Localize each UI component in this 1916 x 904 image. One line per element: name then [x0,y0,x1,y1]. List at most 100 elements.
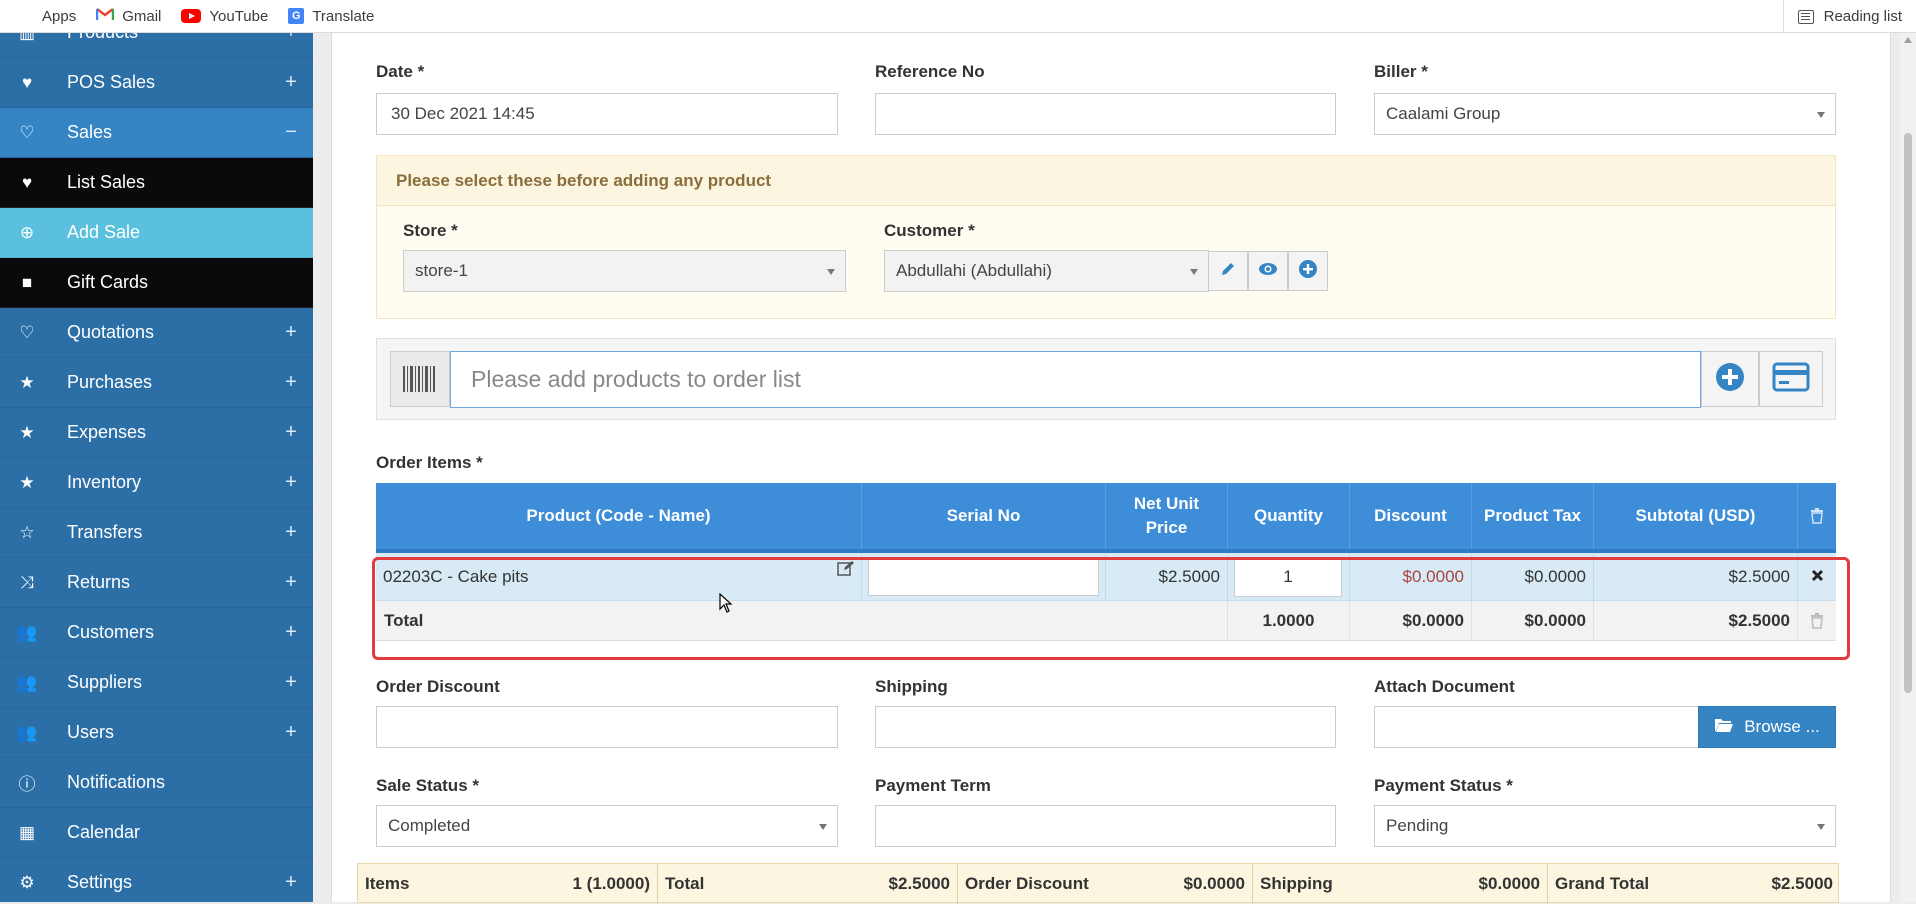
reading-list-button[interactable]: Reading list [1782,0,1902,33]
expand-icon: + [281,33,301,44]
sidebar-item-label: Add Sale [67,222,141,242]
chevron-down-icon [1190,269,1198,275]
expand-icon: + [285,671,297,693]
sidebar-item-pos-sales[interactable]: ♥ POS Sales + [0,58,313,108]
page-scrollbar[interactable] [1900,33,1916,902]
sidebar-item-label: Customers [67,622,155,642]
sidebar-item-customers[interactable]: 👥 Customers + [0,608,313,658]
totals-order-discount-label: Order Discount [965,874,1089,893]
totals-total-value: $2.5000 [888,874,950,893]
sidebar-item-label: List Sales [67,172,146,192]
bookmark-apps[interactable]: Apps [18,0,76,32]
column-header: Discount [1350,483,1472,549]
customer-value: Abdullahi (Abdullahi) [896,261,1052,280]
payment-status-select[interactable]: Pending [1374,805,1836,847]
attach-document-input[interactable] [1374,706,1699,748]
sidebar-item-quotations[interactable]: ♡ Quotations + [0,308,313,358]
scroll-up-icon[interactable] [1904,37,1912,43]
bookmark-translate[interactable]: G Translate [288,0,374,32]
sidebar-item-label: Products [67,33,281,43]
browse-button[interactable]: Browse ... [1698,706,1836,748]
sidebar-item-inventory[interactable]: ★ Inventory + [0,458,313,508]
reference-input[interactable] [875,93,1336,135]
sidebar-item-add-sale[interactable]: ⊕ Add Sale [0,208,313,258]
sidebar-item-settings[interactable]: ⚙ Settings + [0,858,313,902]
sidebar-item-expenses[interactable]: ★ Expenses + [0,408,313,458]
reading-list-icon [1797,9,1814,24]
sidebar-item-users[interactable]: 👥 Users + [0,708,313,758]
sidebar-item-products[interactable]: ▥ Products + [0,33,313,58]
warning-message: Please select these before adding any pr… [377,156,1835,206]
plus-circle-icon [1298,259,1318,284]
heart-icon: ♥ [21,72,33,92]
table-header: Product (Code - Name) Serial No Net Unit… [376,483,1836,549]
heart-icon: ♥ [21,172,33,192]
column-header: Product Tax [1472,483,1594,549]
sidebar: ▥ Products + ♥ POS Sales + ♡ Sales − ♥ L… [0,33,313,902]
users-icon: 👥 [16,722,38,742]
payment-status-value: Pending [1386,816,1449,835]
column-header: Serial No [862,483,1106,549]
order-discount-input[interactable] [376,706,838,748]
add-customer-button[interactable] [1288,251,1328,291]
shipping-label: Shipping [875,677,948,696]
bookmarks-bar: Apps Gmail YouTube G Translate Reading l… [0,0,1916,33]
sidebar-item-notifications[interactable]: ⓘ Notifications [0,758,313,808]
product-search-input[interactable]: Please add products to order list [450,351,1701,408]
totals-items: Items 1 (1.0000) [358,864,658,904]
biller-select[interactable]: Caalami Group [1374,93,1836,135]
sidebar-item-suppliers[interactable]: 👥 Suppliers + [0,658,313,708]
expand-icon: + [285,471,297,493]
shuffle-icon: ⤨ [20,572,34,592]
sidebar-item-sales[interactable]: ♡ Sales − [0,108,313,158]
sidebar-item-gift-cards[interactable]: ■ Gift Cards [0,258,313,308]
sidebar-item-returns[interactable]: ⤨ Returns + [0,558,313,608]
date-label: Date * [376,62,425,81]
edit-customer-button[interactable] [1208,251,1248,291]
sidebar-item-label: Transfers [67,522,143,542]
calendar-icon: ▦ [18,822,36,842]
shipping-input[interactable] [875,706,1336,748]
sidebar-item-label: Settings [67,872,133,892]
bookmark-gmail[interactable]: Gmail [96,0,161,32]
sidebar-item-label: Purchases [67,372,153,392]
gift-card-button[interactable] [1759,351,1823,407]
gmail-icon [96,7,115,25]
totals-shipping-label: Shipping [1260,874,1333,893]
sidebar-item-list-sales[interactable]: ♥ List Sales [0,158,313,208]
view-customer-button[interactable] [1248,251,1288,291]
add-product-button[interactable] [1701,351,1759,407]
gear-icon: ⚙ [19,872,35,892]
sidebar-item-purchases[interactable]: ★ Purchases + [0,358,313,408]
sidebar-item-label: Gift Cards [67,272,149,292]
chevron-down-icon [827,269,835,275]
biller-label: Biller * [1374,62,1428,81]
bookmark-youtube[interactable]: YouTube [181,0,268,32]
sidebar-item-label: Expenses [67,422,147,442]
sidebar-item-transfers[interactable]: ☆ Transfers + [0,508,313,558]
bookmark-label: Translate [312,7,375,25]
totals-shipping: Shipping $0.0000 [1253,864,1548,904]
column-header: Quantity [1228,483,1350,549]
youtube-icon [181,9,202,23]
plus-circle-icon: ⊕ [19,222,35,242]
totals-grand-total: Grand Total $2.5000 [1548,864,1840,904]
sidebar-item-calendar[interactable]: ▦ Calendar [0,808,313,858]
payment-term-input[interactable] [875,805,1336,847]
scrollbar-thumb[interactable] [1904,133,1912,693]
browse-label: Browse ... [1744,717,1820,736]
apps-grid-icon [18,8,34,24]
users-icon: 👥 [16,622,38,642]
date-input[interactable]: 30 Dec 2021 14:45 [376,93,838,135]
chevron-down-icon [819,824,827,830]
expand-icon: + [285,421,297,443]
sidebar-item-label: POS Sales [67,72,156,92]
store-select[interactable]: store-1 [403,250,846,292]
totals-order-discount-value: $0.0000 [1183,874,1245,893]
totals-total-label: Total [665,874,705,893]
customer-select[interactable]: Abdullahi (Abdullahi) [884,250,1209,292]
sale-status-select[interactable]: Completed [376,805,838,847]
trash-icon [1798,483,1836,549]
totals-order-discount: Order Discount $0.0000 [958,864,1253,904]
sidebar-item-label: Returns [67,572,131,592]
